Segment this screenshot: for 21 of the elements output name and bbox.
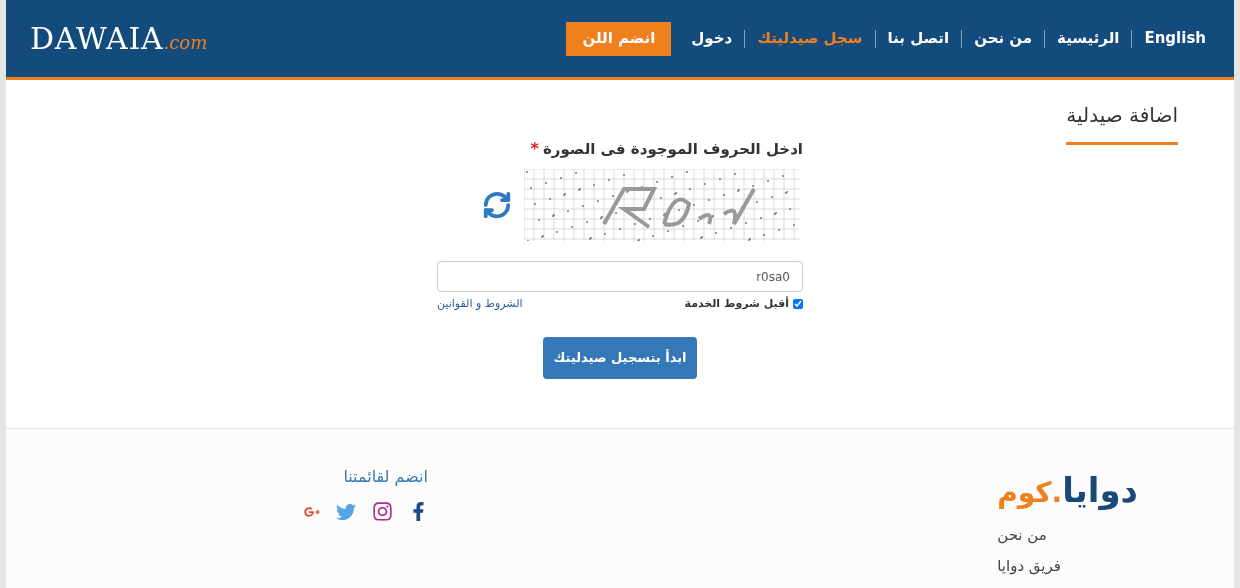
captcha-input[interactable]: r0sa0 (437, 261, 803, 292)
submit-button[interactable]: ابدأ بتسجيل صيدليتك (543, 336, 697, 379)
captcha-label: ادخل الحروف الموجودة فى الصورة (542, 138, 803, 160)
section-title: اضافة صيدلية (1066, 100, 1178, 145)
refresh-icon[interactable] (481, 190, 512, 220)
nav-link[interactable]: اتصل بنا (883, 27, 954, 50)
nav-link[interactable]: من نحن (970, 27, 1037, 50)
terms-label: أقبل شروط الخدمة (684, 296, 789, 312)
footer-join-title: انضم لقائمتنا (343, 466, 428, 488)
twitter-icon[interactable] (336, 501, 356, 522)
footer-link[interactable]: فريق دوايا (997, 554, 1061, 577)
footer-logo[interactable]: دوايا.كوم (997, 465, 1138, 516)
nav-link[interactable]: English (1140, 27, 1210, 50)
instagram-icon[interactable] (372, 501, 393, 522)
required-mark: * (530, 138, 539, 160)
nav-link[interactable]: دخول (687, 27, 737, 50)
site-logo[interactable]: DAWAIA.com (30, 16, 208, 61)
terms-link[interactable]: الشروط و القوانين (437, 296, 523, 313)
terms-checkbox[interactable] (793, 299, 803, 310)
footer-link[interactable]: من نحن (997, 524, 1047, 547)
nav-link[interactable]: الرئيسية (1053, 27, 1124, 50)
